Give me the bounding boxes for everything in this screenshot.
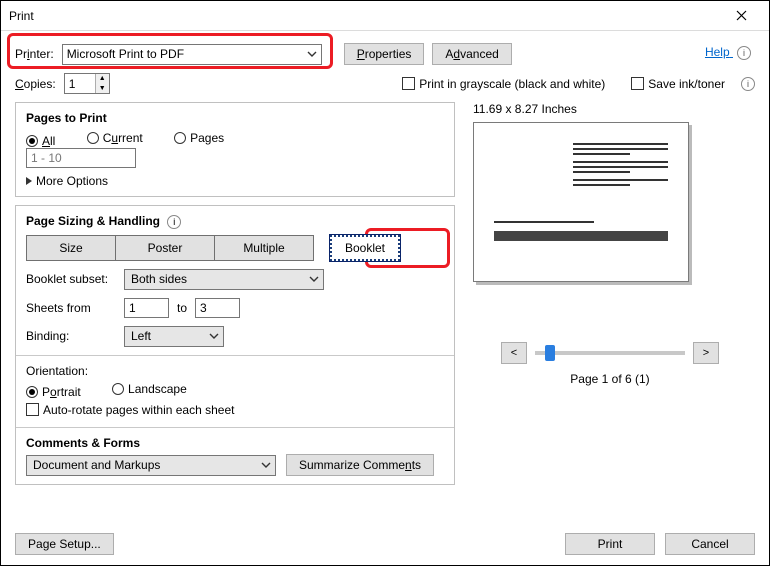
- printer-label: Printer:: [15, 47, 54, 61]
- tab-size[interactable]: Size: [26, 235, 116, 261]
- pages-range-radio[interactable]: Pages: [174, 131, 224, 145]
- summarize-comments-button[interactable]: Summarize Comments: [286, 454, 434, 476]
- booklet-subset-value: Both sides: [131, 272, 187, 286]
- tab-poster[interactable]: Poster: [115, 235, 215, 261]
- chevron-down-icon: [308, 273, 320, 285]
- triangle-right-icon: [26, 177, 32, 185]
- preview-prev-button[interactable]: <: [501, 342, 527, 364]
- binding-value: Left: [131, 329, 151, 343]
- sheets-from-label: Sheets from: [26, 301, 116, 315]
- grayscale-label: Print in grayscale (black and white): [419, 77, 605, 91]
- binding-select[interactable]: Left: [124, 326, 224, 347]
- comments-title: Comments & Forms: [26, 436, 444, 450]
- radio-icon: [26, 386, 38, 398]
- saveink-label: Save ink/toner: [648, 77, 725, 91]
- help-link[interactable]: Help i: [705, 45, 751, 60]
- comments-value: Document and Markups: [33, 458, 160, 472]
- sheets-to-label: to: [177, 301, 187, 315]
- grayscale-checkbox[interactable]: Print in grayscale (black and white): [402, 77, 605, 91]
- chevron-down-icon: [260, 459, 272, 471]
- slider-thumb[interactable]: [545, 345, 555, 361]
- sheets-from-input[interactable]: 1: [124, 298, 169, 318]
- help-label: Help: [705, 45, 730, 59]
- preview-page: [473, 122, 689, 282]
- checkbox-icon: [26, 403, 39, 416]
- pages-title: Pages to Print: [26, 111, 444, 125]
- booklet-subset-label: Booklet subset:: [26, 272, 116, 286]
- pages-range-input[interactable]: 1 - 10: [26, 148, 136, 168]
- page-setup-button[interactable]: Page Setup...: [15, 533, 114, 555]
- advanced-button[interactable]: Advanced: [432, 43, 511, 65]
- chevron-down-icon: [306, 48, 318, 60]
- radio-icon: [174, 132, 186, 144]
- preview-line: [494, 221, 594, 223]
- pages-to-print-panel: Pages to Print All Current Pages 1 - 10: [15, 102, 455, 197]
- checkbox-icon: [402, 77, 415, 90]
- printer-select[interactable]: Microsoft Print to PDF: [62, 44, 322, 65]
- radio-icon: [87, 132, 99, 144]
- preview-slider[interactable]: [535, 351, 685, 355]
- autorotate-label: Auto-rotate pages within each sheet: [43, 403, 234, 417]
- sizing-panel: Page Sizing & Handling i Size Poster Mul…: [15, 205, 455, 485]
- close-button[interactable]: [721, 1, 761, 31]
- preview-dimensions: 11.69 x 8.27 Inches: [473, 102, 755, 116]
- pages-range-label: Pages: [190, 131, 224, 145]
- radio-icon: [26, 135, 38, 147]
- page-indicator: Page 1 of 6 (1): [465, 372, 755, 386]
- pages-all-radio[interactable]: All: [26, 134, 55, 148]
- properties-button[interactable]: Properties: [344, 43, 425, 65]
- comments-select[interactable]: Document and Markups: [26, 455, 276, 476]
- preview-text-lines: [573, 143, 668, 189]
- orientation-landscape-radio[interactable]: Landscape: [112, 382, 187, 396]
- cancel-button[interactable]: Cancel: [665, 533, 755, 555]
- tab-multiple[interactable]: Multiple: [214, 235, 314, 261]
- sizing-title: Page Sizing & Handling i: [26, 214, 444, 229]
- orientation-title: Orientation:: [26, 364, 444, 378]
- window-title: Print: [9, 9, 721, 23]
- copies-label: Copies:: [15, 77, 56, 91]
- info-icon[interactable]: i: [741, 77, 755, 91]
- orientation-portrait-radio[interactable]: Portrait: [26, 385, 81, 399]
- sheets-to-input[interactable]: 3: [195, 298, 240, 318]
- more-options-toggle[interactable]: More Options: [26, 174, 444, 188]
- spinner-buttons[interactable]: ▲▼: [95, 74, 109, 93]
- more-options-label: More Options: [36, 174, 108, 188]
- saveink-checkbox[interactable]: Save ink/toner: [631, 77, 725, 91]
- landscape-label: Landscape: [128, 382, 187, 396]
- tab-booklet[interactable]: Booklet: [330, 235, 400, 261]
- info-icon[interactable]: i: [167, 215, 181, 229]
- binding-label: Binding:: [26, 329, 116, 343]
- booklet-subset-select[interactable]: Both sides: [124, 269, 324, 290]
- info-icon: i: [737, 46, 751, 60]
- radio-icon: [112, 383, 124, 395]
- chevron-down-icon: [208, 330, 220, 342]
- print-button[interactable]: Print: [565, 533, 655, 555]
- titlebar: Print: [1, 1, 769, 31]
- copies-spinner[interactable]: ▲▼: [64, 73, 110, 94]
- close-icon: [736, 10, 747, 21]
- preview-bar: [494, 231, 668, 241]
- printer-value: Microsoft Print to PDF: [67, 47, 184, 61]
- checkbox-icon: [631, 77, 644, 90]
- autorotate-checkbox[interactable]: Auto-rotate pages within each sheet: [26, 403, 234, 417]
- pages-current-radio[interactable]: Current: [87, 131, 143, 145]
- preview-next-button[interactable]: >: [693, 342, 719, 364]
